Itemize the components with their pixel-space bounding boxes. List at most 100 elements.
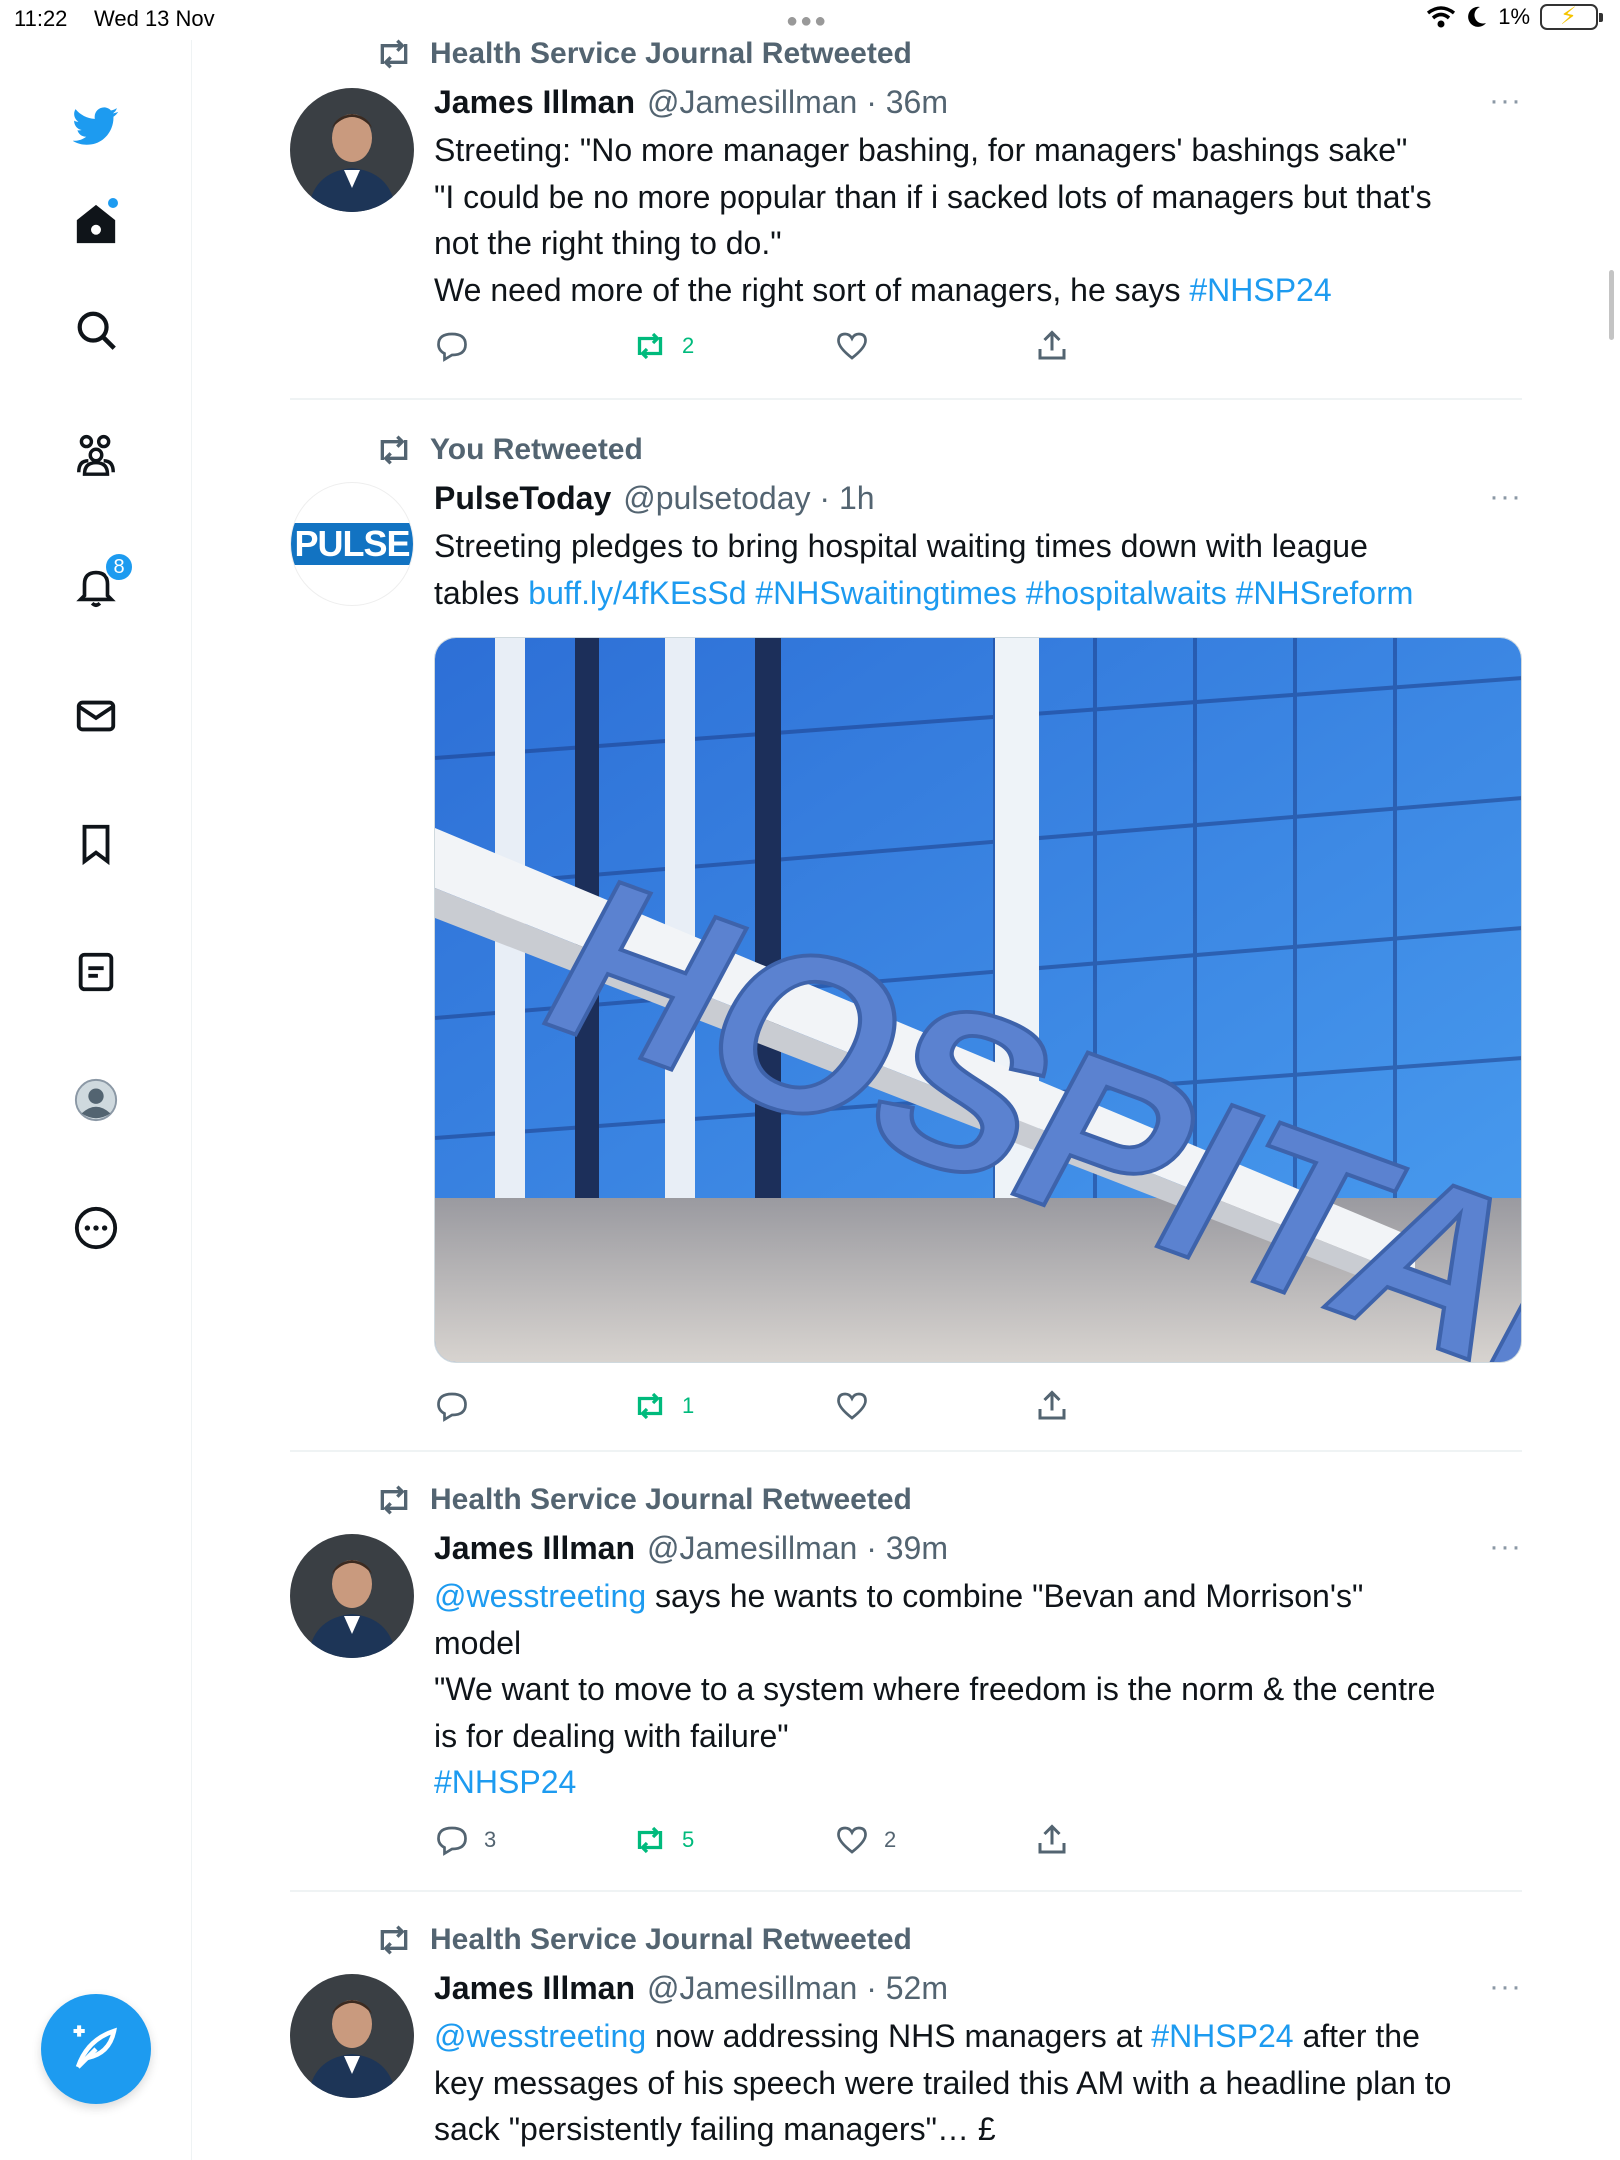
tweet-line-text: tables <box>434 574 529 611</box>
home-icon[interactable] <box>56 184 136 264</box>
tweet-line: is for dealing with failure" <box>434 1717 789 1754</box>
communities-icon[interactable] <box>56 415 136 495</box>
retweet-context: Health Service Journal Retweeted <box>374 34 912 74</box>
share-button[interactable] <box>1034 1822 1070 1858</box>
retweet-context-icon <box>380 1925 408 1955</box>
tweet-text: Streeting pledges to bring hospital wait… <box>434 523 1522 616</box>
notifications-bell-icon[interactable]: 8 <box>56 546 136 626</box>
tweet-actions: 2 <box>434 328 1134 378</box>
retweet-button[interactable]: 1 <box>632 1388 694 1424</box>
status-time: 11:22 <box>14 6 68 31</box>
tweet-more-icon[interactable]: ··· <box>1489 1530 1522 1564</box>
mention-link[interactable]: @wesstreeting <box>434 1578 646 1614</box>
tweet-text: @wesstreeting says he wants to combine "… <box>434 1573 1522 1806</box>
tweet-time[interactable]: 39m <box>886 1530 948 1567</box>
tweet-divider <box>290 1890 1522 1892</box>
tweet-line-text: says he wants to combine "Bevan and Morr… <box>646 1578 1364 1614</box>
tweet-more-icon[interactable]: ··· <box>1489 84 1522 118</box>
twitter-logo-icon[interactable] <box>56 86 136 166</box>
tweet-divider <box>290 1450 1522 1452</box>
profile-avatar-icon[interactable] <box>56 1060 136 1140</box>
retweet-button[interactable]: 2 <box>632 328 694 364</box>
tweet-header: James Illman @Jamesillman · 39m <box>434 1530 948 1567</box>
tweet-line: tables buff.ly/4fKEsSd #NHSwaitingtimes … <box>434 570 1522 617</box>
separator-dot: · <box>857 84 886 120</box>
retweet-count: 1 <box>682 1393 695 1418</box>
hashtag-link[interactable]: #NHSwaitingtimes <box>755 575 1016 611</box>
tweet-line: Streeting pledges to bring hospital wait… <box>434 528 1368 564</box>
retweet-context-icon <box>380 39 408 69</box>
tweet-line: @wesstreeting says he wants to combine "… <box>434 1573 1522 1620</box>
status-date: Wed 13 Nov <box>94 6 215 31</box>
author-name[interactable]: James Illman <box>434 1970 635 2007</box>
bookmarks-icon[interactable] <box>56 804 136 884</box>
author-name[interactable]: PulseToday <box>434 480 611 517</box>
tweet-line: model <box>434 1624 522 1661</box>
avatar[interactable] <box>290 88 414 212</box>
tweet-line: not the right thing to do." <box>434 225 782 261</box>
tweet-header: James Illman @Jamesillman · 52m <box>434 1970 948 2007</box>
tweet-text: @wesstreeting now addressing NHS manager… <box>434 2013 1522 2153</box>
heart-icon <box>837 332 867 360</box>
reply-button[interactable]: 3 <box>434 1822 496 1858</box>
share-button[interactable] <box>1034 1388 1070 1424</box>
lists-icon[interactable] <box>56 932 136 1012</box>
reply-icon <box>437 1826 467 1856</box>
heart-icon <box>837 1392 867 1420</box>
author-handle[interactable]: @pulsetoday <box>623 480 810 517</box>
search-icon[interactable] <box>56 290 136 370</box>
retweet-icon <box>637 1826 663 1854</box>
messages-icon[interactable] <box>56 676 136 756</box>
multitasking-dots-icon[interactable]: ●●● <box>786 10 828 33</box>
tweet-line: sack "persistently failing managers"… £ <box>434 2111 996 2147</box>
tweet-more-icon[interactable]: ··· <box>1489 480 1522 514</box>
like-button[interactable] <box>834 328 884 364</box>
home-unread-dot <box>108 198 118 208</box>
hashtag-link[interactable]: #hospitalwaits <box>1026 575 1227 611</box>
tweet-header: James Illman @Jamesillman · 36m <box>434 84 948 121</box>
hashtag-link[interactable]: #NHSreform <box>1236 575 1414 611</box>
tweet-time[interactable]: 1h <box>839 480 875 517</box>
like-button[interactable] <box>834 1388 884 1424</box>
scrollbar[interactable] <box>1609 270 1614 340</box>
retweet-icon <box>637 1392 663 1420</box>
status-indicators: 1% ⚡ <box>1426 3 1603 30</box>
tweet-line: "I could be no more popular than if i sa… <box>434 178 1432 215</box>
tweet-time[interactable]: 36m <box>886 84 948 121</box>
pulse-logo: PULSE <box>291 523 413 565</box>
author-handle[interactable]: @Jamesillman <box>647 1970 857 2007</box>
reply-button[interactable] <box>434 328 484 364</box>
reply-icon <box>437 332 467 362</box>
compose-tweet-button[interactable] <box>41 1994 151 2104</box>
tweet-line: key messages of his speech were trailed … <box>434 2064 1452 2101</box>
share-button[interactable] <box>1034 328 1070 364</box>
share-icon <box>1038 1824 1066 1854</box>
author-name[interactable]: James Illman <box>434 1530 635 1567</box>
retweet-context-icon <box>380 435 408 465</box>
separator-dot: · <box>857 1530 886 1566</box>
author-handle[interactable]: @Jamesillman <box>647 84 857 121</box>
retweet-button[interactable]: 5 <box>632 1822 694 1858</box>
tweet-time[interactable]: 52m <box>886 1970 948 2007</box>
hospital-building-image: HOSPITAL <box>435 638 1521 1362</box>
tweet-more-icon[interactable]: ··· <box>1489 1970 1522 2004</box>
author-name[interactable]: James Illman <box>434 84 635 121</box>
avatar[interactable] <box>290 1974 414 2098</box>
author-handle[interactable]: @Jamesillman <box>647 1530 857 1567</box>
reply-button[interactable] <box>434 1388 484 1424</box>
more-options-icon[interactable] <box>56 1188 136 1268</box>
avatar[interactable] <box>290 1534 414 1658</box>
like-button[interactable]: 2 <box>834 1822 896 1858</box>
hashtag-link[interactable]: #NHSP24 <box>1151 2018 1293 2054</box>
hashtag-link[interactable]: #NHSP24 <box>434 1764 576 1800</box>
retweet-context: Health Service Journal Retweeted <box>374 1480 912 1520</box>
retweet-context-text: Health Service Journal Retweeted <box>430 37 912 70</box>
url-link[interactable]: buff.ly/4fKEsSd <box>528 575 746 611</box>
hashtag-link[interactable]: #NHSP24 <box>1189 272 1331 308</box>
moon-icon <box>1468 6 1487 27</box>
avatar[interactable]: PULSE <box>290 482 414 606</box>
tweet-image[interactable]: HOSPITAL <box>434 637 1522 1363</box>
mention-link[interactable]: @wesstreeting <box>434 2018 646 2054</box>
reply-count: 3 <box>484 1827 497 1852</box>
tweet-text: Streeting: "No more manager bashing, for… <box>434 127 1522 313</box>
